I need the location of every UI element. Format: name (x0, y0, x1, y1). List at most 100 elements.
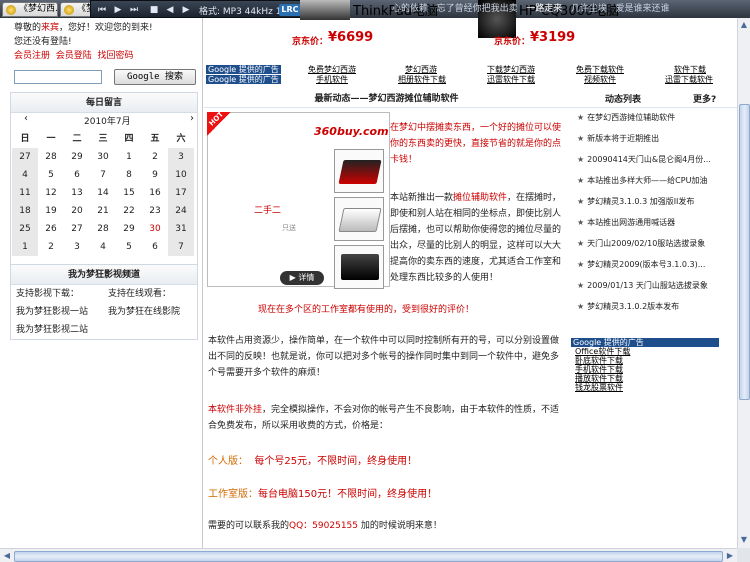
calendar-day[interactable]: 27 (12, 148, 38, 166)
calendar-day[interactable]: 30 (90, 148, 116, 166)
calendar-day[interactable]: 9 (142, 166, 168, 184)
calendar-day[interactable]: 26 (38, 220, 64, 238)
calendar-day[interactable]: 1 (12, 238, 38, 256)
calendar-day[interactable]: 27 (64, 220, 90, 238)
product-thumb-2[interactable] (334, 197, 384, 241)
calendar-day[interactable]: 28 (38, 148, 64, 166)
calendar-day[interactable]: 10 (168, 166, 194, 184)
calendar-day[interactable]: 13 (64, 184, 90, 202)
horizontal-scroll-thumb[interactable] (14, 551, 723, 562)
calendar-day[interactable]: 21 (90, 202, 116, 220)
calendar-day[interactable]: 31 (168, 220, 194, 238)
scroll-up-icon[interactable]: ▲ (738, 19, 750, 31)
calendar-day[interactable]: 28 (90, 220, 116, 238)
browser-tab-1[interactable]: 《梦幻西... (2, 2, 58, 17)
calendar-day[interactable]: 15 (116, 184, 142, 202)
ad-link[interactable]: 梦幻西游 (405, 65, 437, 74)
calendar-day[interactable]: 23 (142, 202, 168, 220)
news-item[interactable]: ★ 天门山2009/02/10服站选拔录象 (577, 238, 729, 250)
ad-link[interactable]: 迅雷软件下载 (487, 75, 535, 84)
product-thumb-1[interactable] (334, 149, 384, 193)
calendar-day[interactable]: 19 (38, 202, 64, 220)
calendar-day[interactable]: 4 (12, 166, 38, 184)
ad-link[interactable]: 相册软件下载 (398, 75, 446, 84)
channel-link-2[interactable]: 我为梦狂在线影院 (108, 304, 180, 317)
ad-link[interactable]: 手机软件 (316, 75, 348, 84)
laptop-product-image-1[interactable] (300, 0, 350, 20)
browser-tab-2[interactable]: 《梦幻... (60, 2, 92, 17)
calendar-day[interactable]: 25 (12, 220, 38, 238)
calendar-day[interactable]: 22 (116, 202, 142, 220)
calendar-day[interactable]: 11 (12, 184, 38, 202)
calendar-day[interactable]: 17 (168, 184, 194, 202)
calendar-day[interactable]: 5 (116, 238, 142, 256)
scroll-left-icon[interactable]: ◀ (1, 550, 13, 562)
detail-button[interactable]: ▶ 详情 (280, 271, 324, 285)
ad-link[interactable]: 免费梦幻西游 (308, 65, 356, 74)
scroll-right-icon[interactable]: ▶ (724, 550, 736, 562)
calendar-next-button[interactable]: › (190, 113, 194, 124)
calendar-day[interactable]: 20 (64, 202, 90, 220)
scroll-down-icon[interactable]: ▼ (738, 534, 750, 546)
right-ad-link[interactable]: 手机软件下载 (571, 365, 719, 374)
calendar-day[interactable]: 6 (64, 166, 90, 184)
calendar-day[interactable]: 6 (142, 238, 168, 256)
register-link[interactable]: 会员注册 (14, 51, 50, 61)
prev-track-button[interactable]: ⏮ (95, 4, 109, 16)
news-item[interactable]: ★ 20090414天门山&昆仑阁4月份... (577, 154, 729, 166)
right-ad-link[interactable]: 播放软件下载 (571, 374, 719, 383)
rewind-button[interactable]: ◀ (163, 4, 177, 16)
qq-contact[interactable]: QQ：59025155 (289, 521, 358, 531)
right-ad-link[interactable]: Office软件下载 (571, 347, 719, 356)
news-item[interactable]: ★ 2009/01/13 天门山服站选拔录象 (577, 280, 729, 292)
calendar-day[interactable]: 2 (38, 238, 64, 256)
calendar-day[interactable]: 12 (38, 184, 64, 202)
login-link[interactable]: 会员登陆 (56, 51, 92, 61)
calendar-day[interactable]: 7 (168, 238, 194, 256)
calendar-prev-button[interactable]: ‹ (24, 113, 28, 124)
calendar-day[interactable]: 4 (90, 238, 116, 256)
calendar-day[interactable]: 3 (64, 238, 90, 256)
calendar-day[interactable]: 5 (38, 166, 64, 184)
recover-password-link[interactable]: 找回密码 (98, 51, 134, 61)
calendar-day[interactable]: 30 (142, 220, 168, 238)
calendar-day[interactable]: 7 (90, 166, 116, 184)
ad-link[interactable]: 下载梦幻西游 (487, 65, 535, 74)
calendar-day[interactable]: 18 (12, 202, 38, 220)
right-ad-link[interactable]: 卧底软件下载 (571, 356, 719, 365)
channel-link-1[interactable]: 我为梦狂影视一站 (16, 304, 88, 317)
calendar-day[interactable]: 3 (168, 148, 194, 166)
news-item[interactable]: ★ 梦幻精灵3.1.0.2版本发布 (577, 301, 729, 313)
next-track-button[interactable]: ⏭ (127, 4, 141, 16)
calendar-day[interactable]: 16 (142, 184, 168, 202)
forward-button[interactable]: ▶ (179, 4, 193, 16)
horizontal-scrollbar[interactable]: ◀ ▶ (0, 548, 737, 562)
calendar-day[interactable]: 1 (116, 148, 142, 166)
news-item[interactable]: ★ 本站推出网游通用喊话器 (577, 217, 729, 229)
play-button[interactable]: ▶ (111, 4, 125, 16)
calendar-day[interactable]: 29 (116, 220, 142, 238)
stop-button[interactable]: ■ (147, 4, 161, 16)
google-search-button[interactable]: Google 搜索 (114, 69, 196, 85)
price-value-1[interactable]: ¥6699 (328, 30, 373, 45)
lyrics-toggle-button[interactable]: LRC (279, 4, 301, 16)
news-item[interactable]: ★ 梦幻精灵2009(版本号3.1.0.3)... (577, 259, 729, 271)
calendar-day[interactable]: 14 (90, 184, 116, 202)
calendar-day[interactable]: 8 (116, 166, 142, 184)
news-item[interactable]: ★ 在梦幻西游摊位辅助软件 (577, 112, 729, 124)
product-ad-image[interactable]: HOT 360buy.com 二手二 只送 ▶ 详情 (207, 110, 390, 289)
calendar-day[interactable]: 24 (168, 202, 194, 220)
vertical-scrollbar[interactable]: ▲ ▼ (737, 18, 750, 548)
right-ad-link[interactable]: 钱龙股票软件 (571, 383, 719, 392)
news-item[interactable]: ★ 本站推出多样大师——给CPU加油 (577, 175, 729, 187)
calendar-day[interactable]: 29 (64, 148, 90, 166)
product-thumb-3[interactable] (334, 245, 384, 289)
search-input[interactable] (14, 70, 102, 84)
news-item[interactable]: ★ 新版本将于近期推出 (577, 133, 729, 145)
vertical-scroll-thumb[interactable] (739, 104, 750, 400)
news-item-label: 20090414天门山&昆仑阁4月份... (587, 155, 711, 164)
news-item[interactable]: ★ 梦幻精灵3.1.0.3 加强版II发布 (577, 196, 729, 208)
calendar-day[interactable]: 2 (142, 148, 168, 166)
channel-link-3[interactable]: 我为梦狂影视二站 (16, 322, 88, 335)
news-more-link[interactable]: 更多? (693, 92, 716, 105)
